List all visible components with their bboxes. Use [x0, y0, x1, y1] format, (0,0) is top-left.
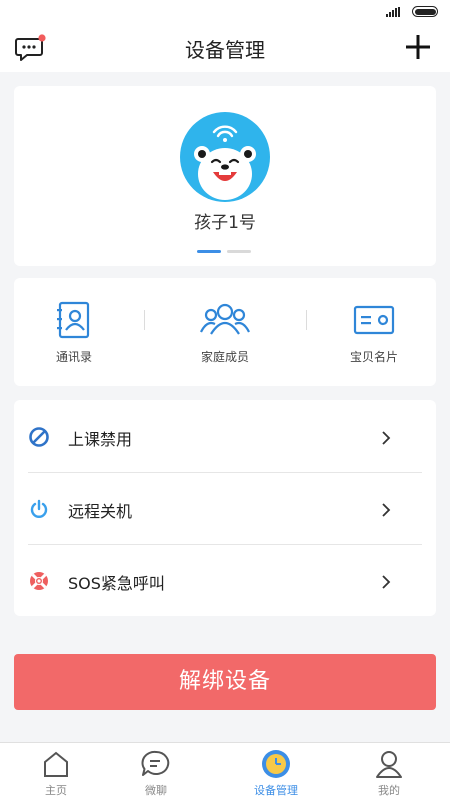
profile-pager[interactable]	[197, 250, 253, 254]
contacts-icon	[57, 301, 90, 339]
pager-dot-active[interactable]	[197, 250, 221, 253]
shortcut-label: 宝贝名片	[349, 350, 398, 364]
tab-label: 微聊	[145, 784, 167, 797]
shortcut-label: 通讯录	[55, 350, 92, 364]
setting-label: 远程关机	[68, 502, 133, 521]
pager-dot[interactable]	[227, 250, 251, 253]
nav-bar: 设备管理	[0, 24, 450, 72]
setting-class-disable[interactable]: 上课禁用	[28, 400, 422, 472]
lifebuoy-icon	[30, 572, 48, 590]
tab-chat[interactable]: 微聊	[100, 749, 212, 799]
tab-device-management[interactable]: 设备管理	[220, 749, 332, 799]
tab-label: 主页	[45, 784, 67, 797]
family-icon	[200, 303, 250, 335]
setting-label: SOS紧急呼叫	[68, 574, 165, 593]
chevron-right-icon	[382, 503, 391, 517]
shortcut-family[interactable]: 家庭成员	[165, 300, 285, 370]
id-card-icon	[353, 305, 395, 335]
divider	[144, 310, 145, 330]
settings-card: 上课禁用 远程关机 SOS紧急呼叫	[14, 400, 436, 616]
battery-icon	[412, 6, 438, 17]
shortcut-label: 家庭成员	[200, 350, 249, 364]
setting-remote-shutdown[interactable]: 远程关机	[28, 472, 422, 544]
child-name: 孩子1号	[194, 213, 256, 233]
tab-me[interactable]: 我的	[333, 749, 445, 799]
add-icon[interactable]	[404, 33, 432, 61]
power-icon	[30, 499, 48, 518]
signal-icon	[386, 7, 400, 17]
tab-label: 我的	[378, 784, 400, 797]
shortcuts-card: 通讯录 家庭成员 宝贝名片	[14, 278, 436, 386]
user-icon	[376, 751, 402, 778]
shortcut-contacts[interactable]: 通讯录	[14, 300, 134, 370]
chevron-right-icon	[382, 575, 391, 589]
ban-icon	[29, 427, 49, 447]
chat-icon	[141, 750, 170, 776]
child-profile-card: 孩子1号	[14, 86, 436, 266]
unbind-device-button[interactable]: 解绑设备	[14, 654, 436, 710]
watch-icon	[262, 750, 290, 778]
home-icon	[44, 751, 68, 777]
chevron-right-icon	[382, 431, 391, 445]
tab-label: 设备管理	[254, 784, 298, 797]
divider	[306, 310, 307, 330]
page-title: 设备管理	[185, 38, 265, 62]
tab-home[interactable]: 主页	[0, 749, 112, 799]
setting-label: 上课禁用	[68, 430, 133, 449]
shortcut-baby-card[interactable]: 宝贝名片	[314, 300, 434, 370]
setting-sos[interactable]: SOS紧急呼叫	[28, 544, 422, 616]
status-bar	[0, 0, 450, 24]
tab-bar: 主页 微聊 设备管理 我的	[0, 742, 450, 800]
child-avatar[interactable]	[180, 112, 270, 202]
